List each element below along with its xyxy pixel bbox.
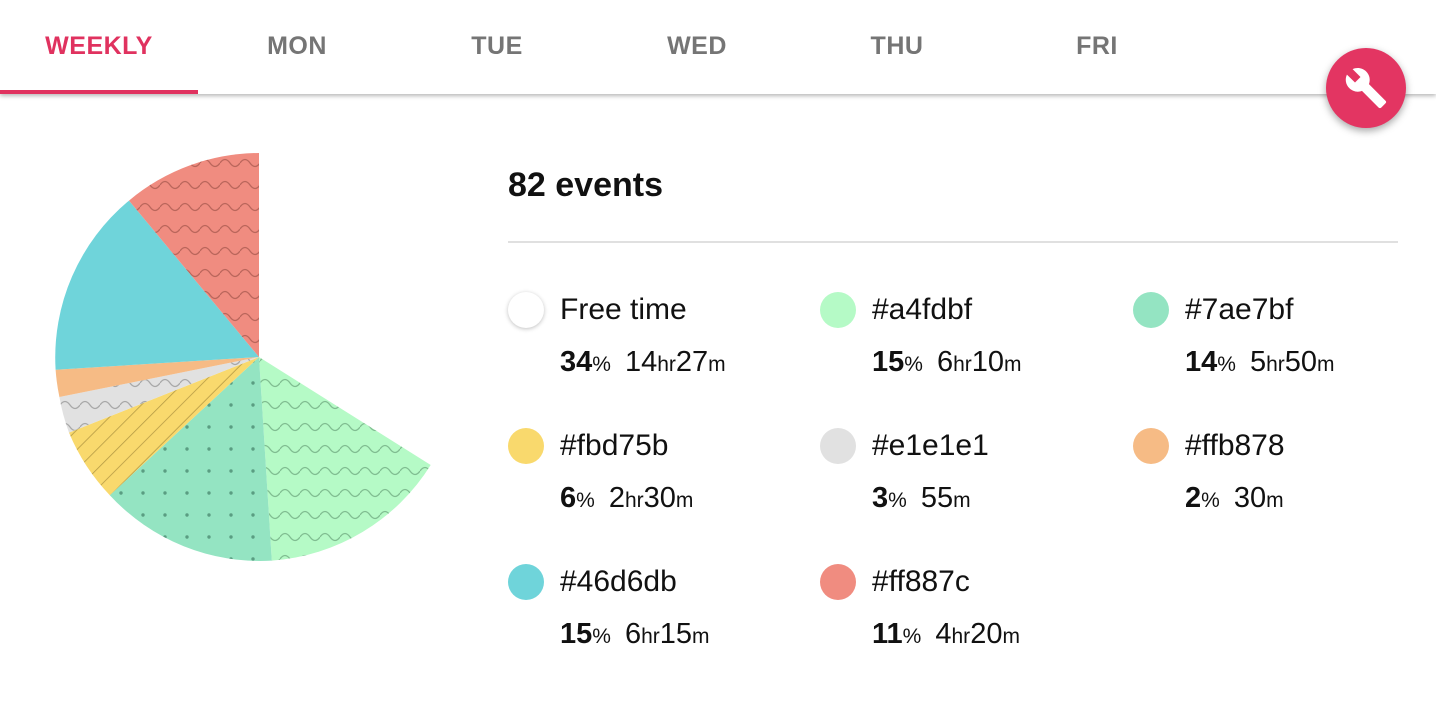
- divider: [508, 241, 1398, 243]
- percent-value: 14: [1185, 346, 1218, 378]
- hours-unit: hr: [657, 353, 676, 376]
- hours-value: 6: [936, 346, 954, 378]
- legend-stats: 3% 55m: [872, 480, 971, 519]
- hours-unit: hr: [951, 625, 971, 648]
- legend-color-swatch: [508, 428, 544, 464]
- legend-stats: 6% 2hr30m: [560, 480, 693, 519]
- minutes-unit: m: [953, 489, 971, 512]
- minutes-unit: m: [1004, 353, 1022, 376]
- minutes-value: 55: [920, 482, 954, 514]
- hours-value: 14: [624, 346, 658, 378]
- legend-stats: 15% 6hr15m: [560, 616, 710, 655]
- percent-unit: %: [576, 489, 595, 512]
- hours-unit: hr: [953, 353, 972, 376]
- legend-label: #ff887c: [872, 565, 970, 598]
- minutes-unit: m: [692, 625, 710, 648]
- minutes-value: 30: [1233, 482, 1267, 514]
- percent-value: 15: [560, 618, 593, 650]
- legend-item: #ff887c 11% 4hr20m: [820, 564, 1120, 674]
- legend-label: #fbd75b: [560, 429, 669, 462]
- hours-value: 4: [935, 618, 952, 650]
- tab-bar: WEEKLY MON TUE WED THU FRI: [0, 0, 1436, 94]
- tab-wed[interactable]: WED: [598, 0, 796, 94]
- minutes-value: 27: [675, 346, 709, 378]
- hours-unit: hr: [1266, 353, 1285, 376]
- percent-value: 15: [872, 346, 905, 378]
- percent-unit: %: [904, 353, 923, 376]
- minutes-value: 20: [970, 618, 1003, 650]
- legend-item: #46d6db 15% 6hr15m: [508, 564, 808, 674]
- minutes-unit: m: [1317, 353, 1335, 376]
- legend-color-swatch: [508, 292, 544, 328]
- legend-stats: 15% 6hr10m: [872, 344, 1022, 383]
- legend-label: #ffb878: [1185, 429, 1285, 462]
- legend-color-swatch: [820, 292, 856, 328]
- percent-value: 11: [872, 618, 903, 650]
- events-count-title: 82 events: [508, 166, 663, 204]
- settings-fab-button[interactable]: [1326, 48, 1406, 128]
- legend-label: #a4fdbf: [872, 293, 973, 326]
- hours-unit: hr: [641, 625, 660, 648]
- legend-stats: 2% 30m: [1185, 480, 1284, 519]
- legend-item: #fbd75b 6% 2hr30m: [508, 428, 808, 538]
- legend-label: #e1e1e1: [872, 429, 989, 462]
- hours-value: 5: [1249, 346, 1267, 378]
- tab-weekly[interactable]: WEEKLY: [0, 0, 198, 94]
- legend-label: #7ae7bf: [1185, 293, 1294, 326]
- legend-label: #46d6db: [560, 565, 677, 598]
- legend-stats: 34% 14hr27m: [560, 344, 726, 383]
- legend-item: #7ae7bf 14% 5hr50m: [1133, 292, 1433, 402]
- legend-item: #e1e1e1 3% 55m: [820, 428, 1120, 538]
- percent-value: 34: [560, 346, 593, 378]
- tab-fri[interactable]: FRI: [998, 0, 1196, 94]
- minutes-unit: m: [708, 353, 726, 376]
- minutes-value: 10: [971, 346, 1005, 378]
- legend-stats: 11% 4hr20m: [872, 616, 1020, 655]
- percent-unit: %: [902, 625, 922, 648]
- minutes-unit: m: [1002, 625, 1020, 648]
- percent-value: 6: [560, 482, 577, 514]
- minutes-value: 15: [659, 618, 693, 650]
- tab-mon[interactable]: MON: [198, 0, 396, 94]
- minutes-unit: m: [675, 489, 694, 512]
- legend-color-swatch: [1133, 428, 1169, 464]
- legend-stats: 14% 5hr50m: [1185, 344, 1335, 383]
- tab-tue[interactable]: TUE: [398, 0, 596, 94]
- legend-item: #ffb878 2% 30m: [1133, 428, 1433, 538]
- percent-unit: %: [1201, 489, 1220, 512]
- legend-item: #a4fdbf 15% 6hr10m: [820, 292, 1120, 402]
- time-distribution-pie-chart: [55, 153, 431, 561]
- minutes-value: 50: [1284, 346, 1318, 378]
- tab-thu[interactable]: THU: [798, 0, 996, 94]
- legend-label: Free time: [560, 293, 687, 326]
- percent-value: 2: [1185, 482, 1202, 514]
- percent-unit: %: [1217, 353, 1236, 376]
- wrench-icon: [1345, 68, 1387, 109]
- minutes-unit: m: [1266, 489, 1284, 512]
- percent-value: 3: [872, 482, 889, 514]
- legend-color-swatch: [1133, 292, 1169, 328]
- minutes-value: 30: [643, 482, 676, 514]
- legend-color-swatch: [508, 564, 544, 600]
- legend-color-swatch: [820, 564, 856, 600]
- hours-value: 6: [624, 618, 642, 650]
- legend-item: Free time 34% 14hr27m: [508, 292, 808, 402]
- percent-unit: %: [592, 353, 611, 376]
- legend-color-swatch: [820, 428, 856, 464]
- hours-unit: hr: [624, 489, 644, 512]
- percent-unit: %: [592, 625, 611, 648]
- hours-value: 2: [608, 482, 625, 514]
- percent-unit: %: [888, 489, 907, 512]
